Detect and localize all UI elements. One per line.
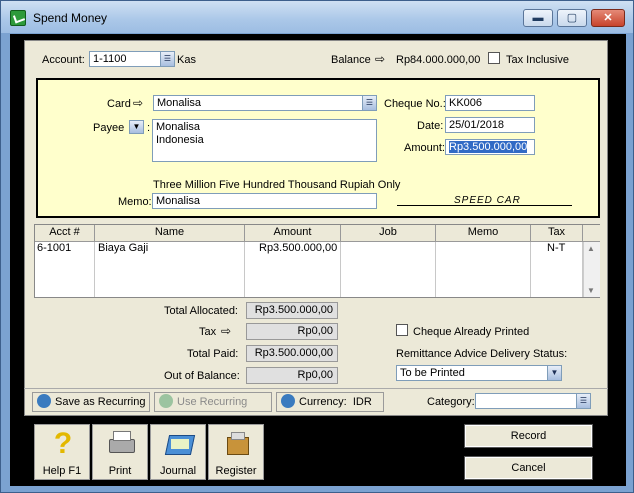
col-header-amount[interactable]: Amount <box>245 225 341 242</box>
remittance-label: Remittance Advice Delivery Status: <box>396 348 568 360</box>
amount-in-words: Three Million Five Hundred Thousand Rupi… <box>153 179 401 191</box>
record-button[interactable]: Record <box>464 424 593 448</box>
use-recurring-button[interactable]: Use Recurring <box>154 392 272 412</box>
card-label: Card <box>107 98 131 110</box>
currency-icon <box>281 394 295 408</box>
amount-input[interactable]: Rp3.500.000,00 <box>445 139 535 155</box>
journal-icon <box>164 429 196 459</box>
col-header-job[interactable]: Job <box>341 225 436 242</box>
close-icon: ✕ <box>603 12 613 24</box>
table-row[interactable]: 6-1001 Biaya Gaji Rp3.500.000,00 N-T <box>35 242 583 257</box>
col-header-memo[interactable]: Memo <box>436 225 531 242</box>
account-input[interactable]: 1-1100 ☰ <box>89 51 175 67</box>
out-of-balance-value: Rp0,00 <box>246 367 338 384</box>
register-button[interactable]: Register <box>208 424 264 480</box>
cancel-button[interactable]: Cancel <box>464 456 593 480</box>
maximize-icon: ▢ <box>566 12 578 24</box>
memo-input[interactable]: Monalisa <box>152 193 377 209</box>
scroll-up-icon[interactable]: ▲ <box>587 244 595 253</box>
date-input[interactable]: 25/01/2018 <box>445 117 535 133</box>
total-paid-value: Rp3.500.000,00 <box>246 345 338 362</box>
account-value: 1-1100 <box>93 53 127 65</box>
memo-label: Memo: <box>118 196 152 208</box>
save-as-recurring-button[interactable]: Save as Recurring <box>32 392 150 412</box>
close-button[interactable]: ✕ <box>591 9 625 27</box>
allocation-table: Acct # Name Amount Job Memo Tax 6-1001 B… <box>34 224 600 298</box>
row-name: Biaya Gaji <box>98 242 149 254</box>
tax-value: Rp0,00 <box>246 323 338 340</box>
cheque-printed-label: Cheque Already Printed <box>413 326 530 338</box>
cheque-no-input[interactable]: KK006 <box>445 95 535 111</box>
minimize-button[interactable]: ▬ <box>523 9 553 27</box>
account-list-icon[interactable]: ☰ <box>160 52 174 66</box>
tax-label: Tax <box>199 326 217 338</box>
total-allocated-value: Rp3.500.000,00 <box>246 302 338 319</box>
payee-dropdown-icon[interactable]: ▼ <box>129 120 144 134</box>
payee-label: Payee <box>93 122 125 134</box>
help-button[interactable]: ? Help F1 <box>34 424 90 480</box>
card-list-icon[interactable]: ☰ <box>362 96 376 110</box>
card-value: Monalisa <box>157 97 202 109</box>
balance-label: Balance <box>331 54 371 66</box>
register-icon <box>223 429 251 459</box>
category-select[interactable]: ☰ <box>475 393 591 409</box>
col-header-tax[interactable]: Tax <box>531 225 583 242</box>
col-header-acct[interactable]: Acct # <box>35 225 95 242</box>
out-of-balance-label: Out of Balance: <box>164 370 240 382</box>
card-arrow-icon[interactable]: ⇨ <box>133 96 143 110</box>
amount-value: Rp3.500.000,00 <box>449 141 528 153</box>
total-allocated-label: Total Allocated: <box>164 305 238 317</box>
account-name: Kas <box>177 54 196 66</box>
chevron-down-icon[interactable]: ▼ <box>547 366 561 380</box>
app-icon <box>10 10 26 26</box>
tax-arrow-icon[interactable]: ⇨ <box>221 324 231 338</box>
signature-text: SPEED CAR <box>454 195 521 206</box>
maximize-button[interactable]: ▢ <box>557 9 587 27</box>
recurring-icon <box>37 394 51 408</box>
tax-inclusive-checkbox[interactable] <box>488 52 500 64</box>
minimize-icon: ▬ <box>532 12 544 24</box>
col-header-name[interactable]: Name <box>95 225 245 242</box>
category-label: Category: <box>427 396 475 408</box>
scroll-down-icon[interactable]: ▼ <box>587 286 595 295</box>
window-title: Spend Money <box>33 11 108 25</box>
row-amount: Rp3.500.000,00 <box>259 242 338 254</box>
amount-label: Amount: <box>404 142 445 154</box>
remittance-select[interactable]: To be Printed ▼ <box>396 365 562 381</box>
journal-button[interactable]: Journal <box>150 424 206 480</box>
print-button[interactable]: Print <box>92 424 148 480</box>
total-paid-label: Total Paid: <box>187 348 239 360</box>
payee-address-textarea[interactable]: Monalisa Indonesia <box>152 119 377 162</box>
tax-inclusive-label: Tax Inclusive <box>506 54 569 66</box>
title-bar[interactable]: Spend Money ▬ ▢ ✕ <box>1 1 633 33</box>
cheque-printed-checkbox[interactable] <box>396 324 408 336</box>
payee-line-1: Monalisa <box>156 121 201 133</box>
account-label: Account: <box>42 54 85 66</box>
balance-arrow-icon[interactable]: ⇨ <box>375 52 385 66</box>
date-label: Date: <box>417 120 444 132</box>
help-icon: ? <box>53 427 73 460</box>
table-scrollbar[interactable]: ▲ ▼ <box>583 242 600 297</box>
category-list-icon[interactable]: ☰ <box>576 394 590 408</box>
balance-value: Rp84.000.000,00 <box>396 54 481 66</box>
row-acct: 6-1001 <box>37 242 72 254</box>
row-tax: N-T <box>547 242 566 254</box>
remittance-value: To be Printed <box>400 367 465 379</box>
recurring-icon <box>159 394 173 408</box>
printer-icon <box>107 429 135 459</box>
cheque-no-label: Cheque No.: <box>384 98 446 110</box>
currency-button[interactable]: Currency: IDR <box>276 392 384 412</box>
card-input[interactable]: Monalisa ☰ <box>153 95 377 111</box>
payee-line-2: Indonesia <box>156 134 204 146</box>
